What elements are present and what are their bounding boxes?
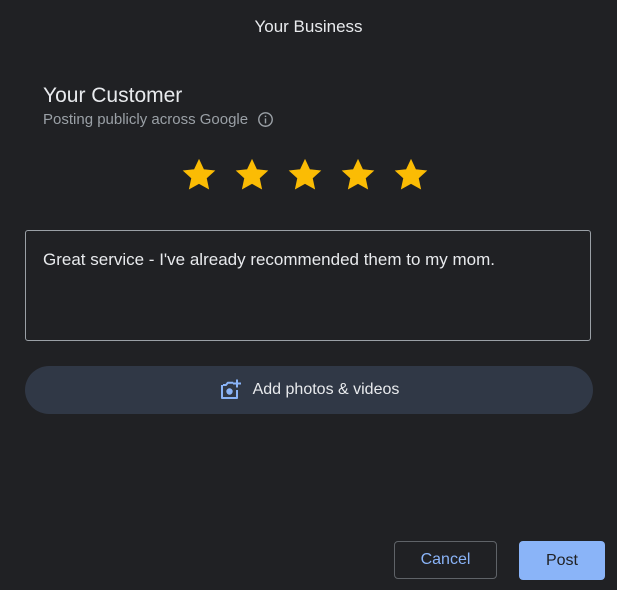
review-text-input[interactable]: Great service - I've already recommended…: [25, 230, 591, 341]
info-icon[interactable]: [257, 111, 274, 128]
posting-notice-row: Posting publicly across Google: [43, 111, 274, 128]
star-icon[interactable]: [287, 157, 323, 193]
add-photos-videos-label: Add photos & videos: [252, 381, 400, 398]
star-icon[interactable]: [181, 157, 217, 193]
post-button[interactable]: Post: [519, 541, 605, 580]
star-icon[interactable]: [340, 157, 376, 193]
add-photos-videos-button[interactable]: Add photos & videos: [25, 366, 593, 414]
star-icon[interactable]: [234, 157, 270, 193]
dialog-title: Your Business: [254, 17, 363, 36]
review-dialog: Your Business Your Customer Posting publ…: [0, 0, 617, 590]
star-icon[interactable]: [393, 157, 429, 193]
cancel-button[interactable]: Cancel: [394, 541, 497, 579]
review-text: Great service - I've already recommended…: [43, 250, 496, 269]
posting-notice-text: Posting publicly across Google: [43, 111, 249, 128]
reviewer-name: Your Customer: [43, 84, 183, 107]
add-photo-icon: [220, 379, 241, 399]
star-rating[interactable]: [181, 157, 429, 193]
